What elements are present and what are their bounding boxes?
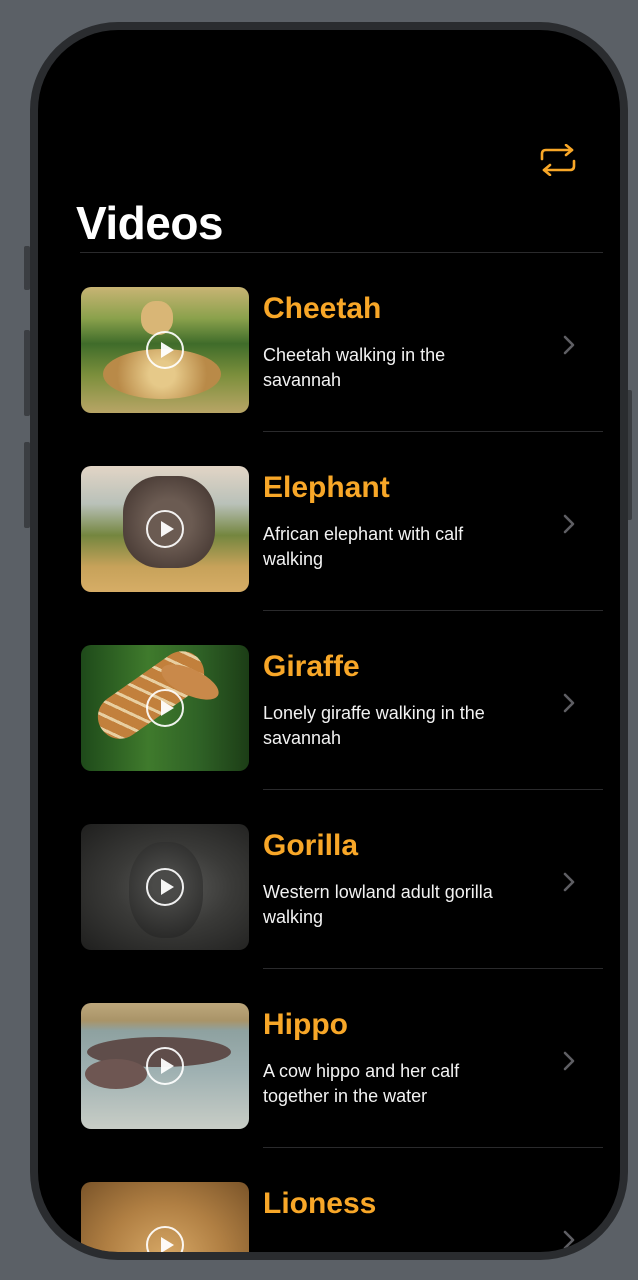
- refresh-button[interactable]: [536, 138, 580, 182]
- video-list: Cheetah Cheetah walking in the savannah …: [38, 253, 620, 1252]
- hippo-thumbnail: [81, 1003, 249, 1129]
- video-title: Elephant: [263, 471, 390, 504]
- repeat-icon: [540, 144, 576, 176]
- play-icon: [146, 868, 184, 906]
- video-row-hippo[interactable]: Hippo A cow hippo and her calf together …: [38, 969, 620, 1148]
- video-title: Cheetah: [263, 292, 382, 325]
- play-icon: [146, 510, 184, 548]
- video-title: Gorilla: [263, 829, 359, 862]
- giraffe-thumbnail: [81, 645, 249, 771]
- video-description: A cow hippo and her calf together in the…: [263, 1061, 460, 1106]
- video-description: Western lowland adult gorilla walking: [263, 882, 493, 927]
- page-title: Videos: [76, 197, 224, 249]
- cheetah-thumbnail: [81, 287, 249, 413]
- lioness-thumbnail: [81, 1182, 249, 1252]
- video-title: Giraffe: [263, 650, 360, 683]
- elephant-thumbnail: [81, 466, 249, 592]
- play-icon: [146, 689, 184, 727]
- phone-frame: Videos Cheetah Cheetah walking in the sa…: [30, 22, 628, 1260]
- video-row-giraffe[interactable]: Giraffe Lonely giraffe walking in the sa…: [38, 611, 620, 790]
- play-icon: [146, 331, 184, 369]
- video-title: Hippo: [263, 1008, 348, 1041]
- screen: Videos Cheetah Cheetah walking in the sa…: [38, 30, 620, 1252]
- chevron-right-icon: [563, 1230, 575, 1250]
- video-row-cheetah[interactable]: Cheetah Cheetah walking in the savannah: [38, 253, 620, 432]
- chevron-right-icon: [563, 1051, 575, 1071]
- video-description: African elephant with calf walking: [263, 524, 464, 569]
- video-row-lioness[interactable]: Lioness: [38, 1148, 620, 1252]
- video-title: Lioness: [263, 1187, 377, 1220]
- video-description: Lonely giraffe walking in the savannah: [263, 703, 485, 748]
- gorilla-thumbnail: [81, 824, 249, 950]
- chevron-right-icon: [563, 693, 575, 713]
- video-description: Cheetah walking in the savannah: [263, 345, 446, 390]
- play-icon: [146, 1047, 184, 1085]
- chevron-right-icon: [563, 872, 575, 892]
- video-row-gorilla[interactable]: Gorilla Western lowland adult gorilla wa…: [38, 790, 620, 969]
- chevron-right-icon: [563, 335, 575, 355]
- chevron-right-icon: [563, 514, 575, 534]
- video-row-elephant[interactable]: Elephant African elephant with calf walk…: [38, 432, 620, 611]
